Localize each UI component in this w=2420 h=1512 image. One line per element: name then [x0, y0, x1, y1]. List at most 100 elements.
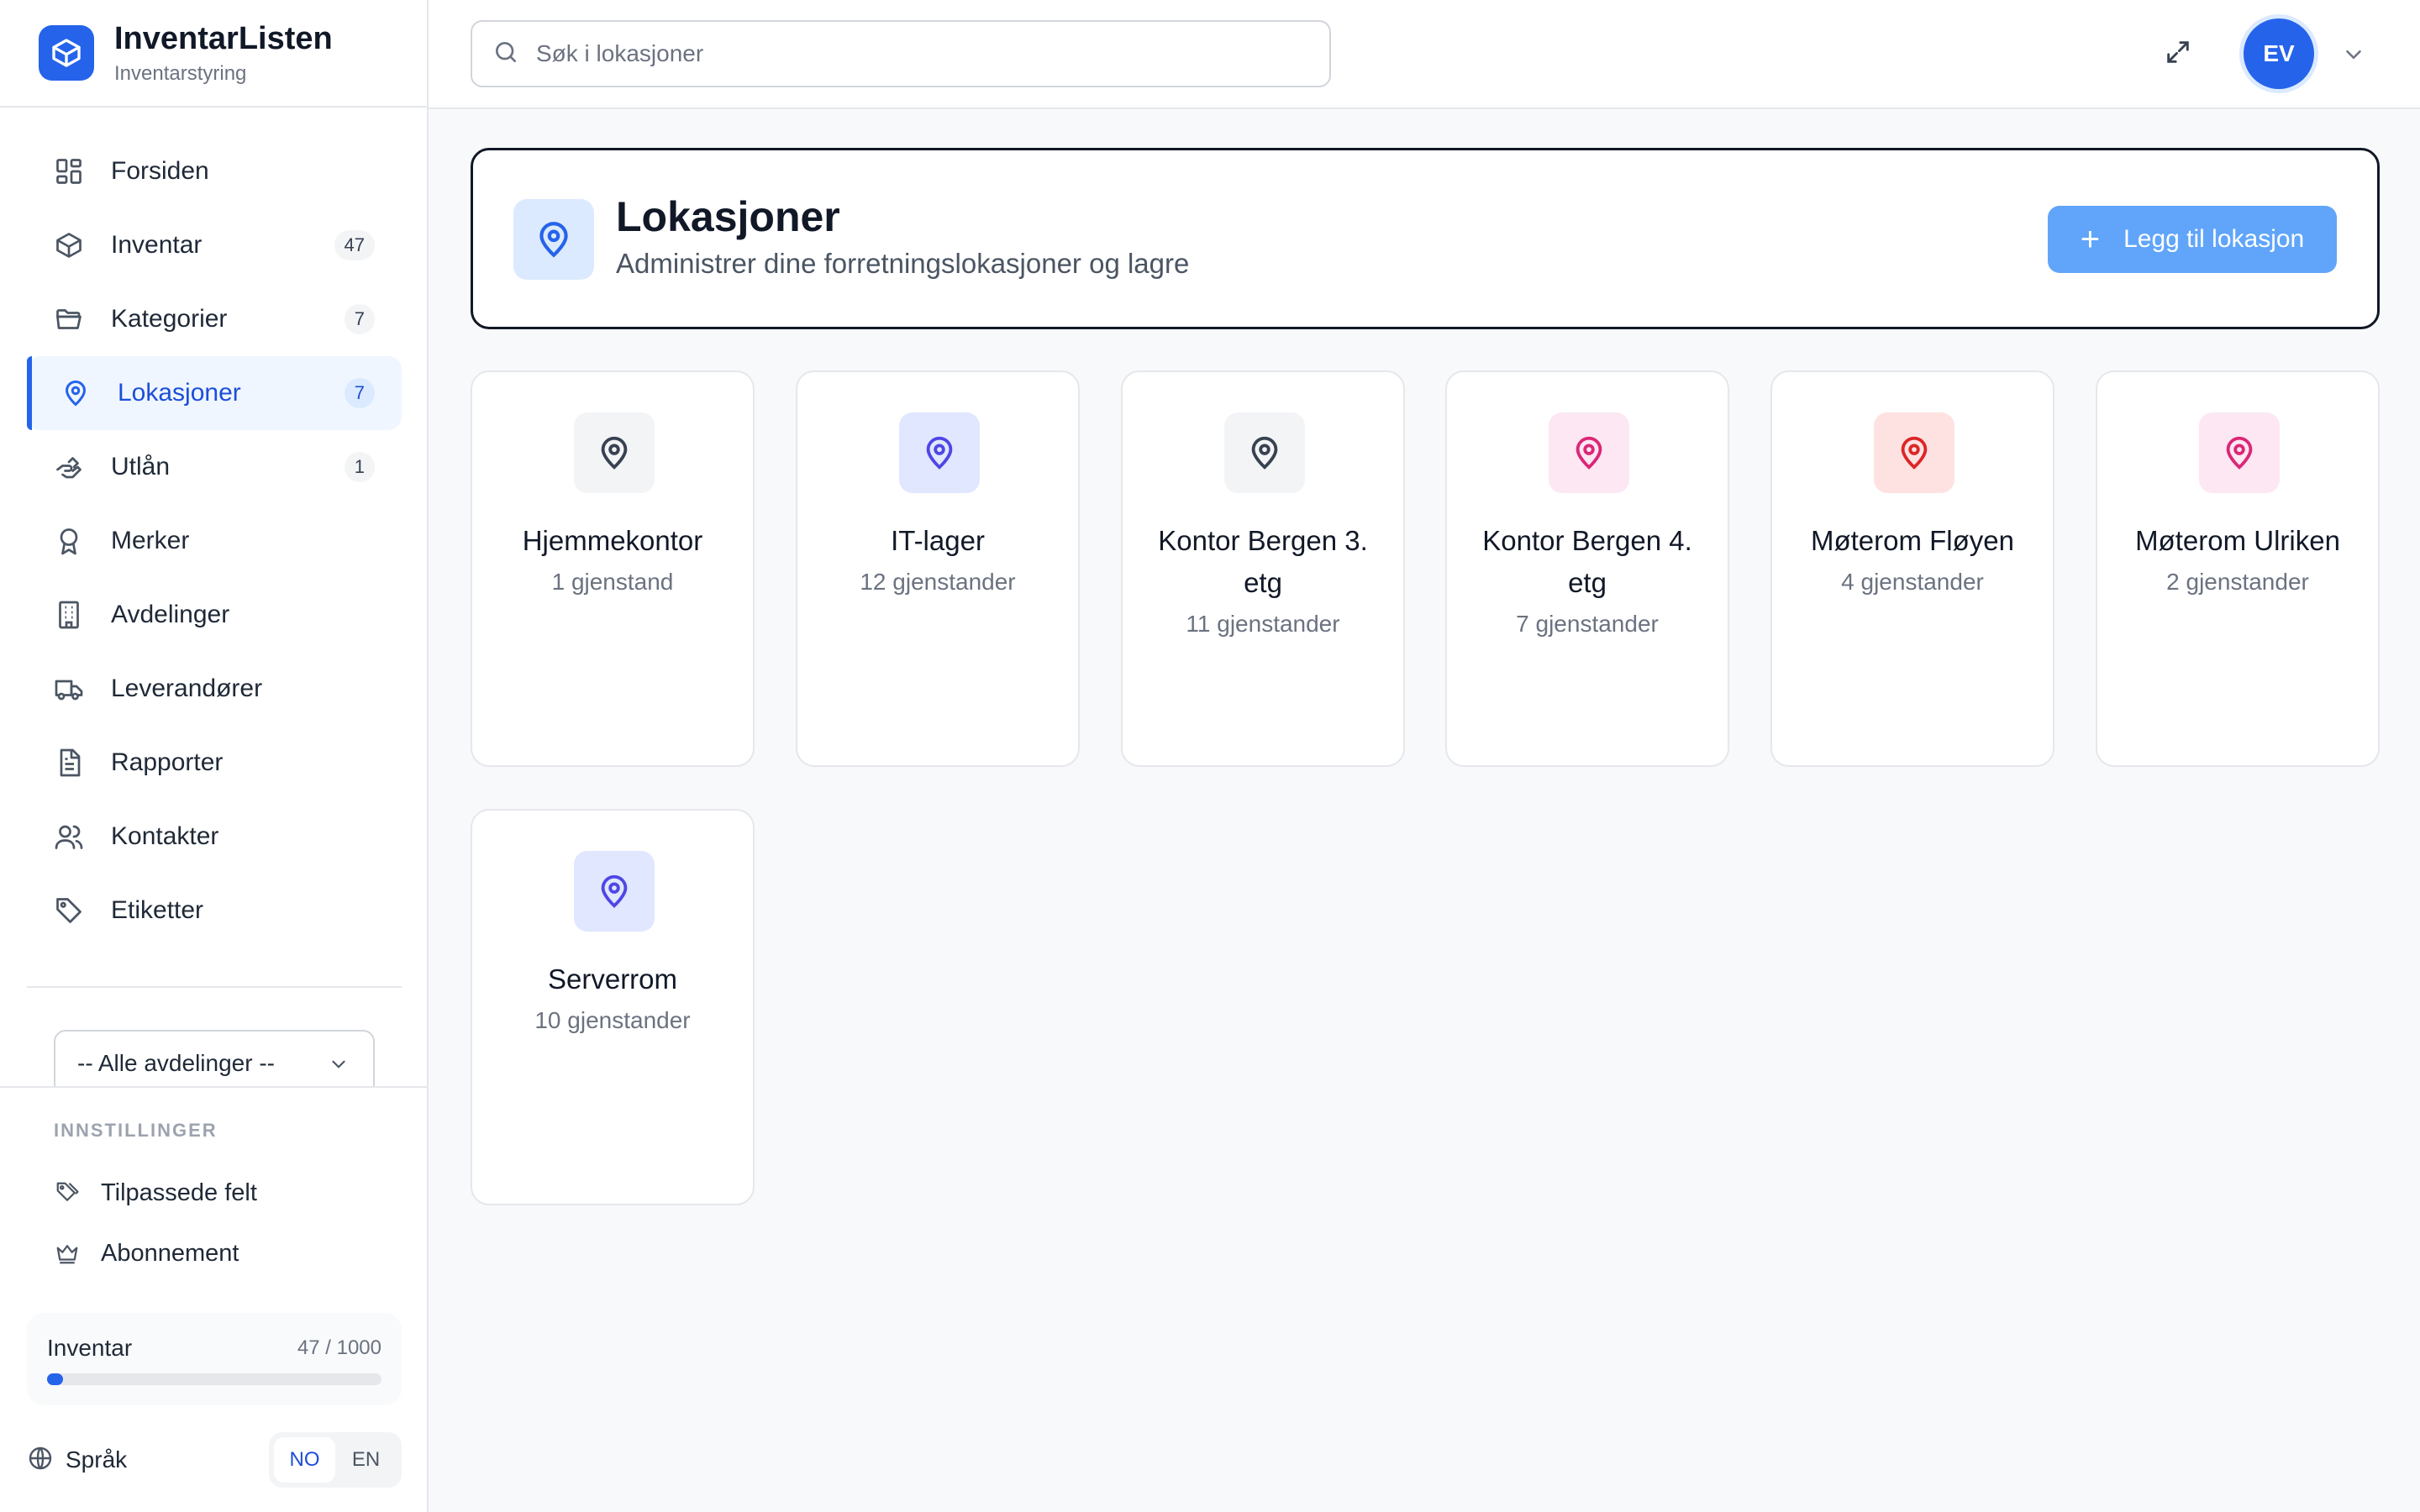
- sidebar-item-label: Kategorier: [111, 305, 228, 333]
- location-name: Møterom Ulriken: [2135, 525, 2340, 556]
- sidebar-item-kontakter[interactable]: Kontakter: [27, 800, 402, 874]
- fullscreen-button[interactable]: [2161, 37, 2195, 71]
- language-label: Språk: [66, 1446, 128, 1473]
- map-pin-icon: [1224, 412, 1305, 493]
- sidebar-item-etiketter[interactable]: Etiketter: [27, 874, 402, 948]
- expand-icon: [2164, 38, 2192, 71]
- inventory-usage-card: Inventar 47 / 1000: [27, 1313, 402, 1405]
- location-name: Serverrom: [547, 963, 678, 995]
- search-box[interactable]: [471, 20, 1331, 87]
- box-logo-icon: [39, 25, 94, 81]
- location-card[interactable]: Kontor Bergen 4. etg 7 gjenstander: [1445, 370, 1729, 767]
- sidebar-item-label: Forsiden: [111, 157, 209, 185]
- page-subtitle: Administrer dine forretningslokasjoner o…: [616, 248, 1190, 279]
- language-row: Språk NO EN: [27, 1432, 402, 1488]
- settings-item-subscription[interactable]: Abonnement: [54, 1232, 239, 1274]
- sidebar-item-utlan[interactable]: Utlån 1: [27, 430, 402, 504]
- file-text-icon: [52, 746, 86, 780]
- truck-icon: [52, 672, 86, 706]
- sidebar-divider: [27, 986, 402, 988]
- map-pin-icon: [1549, 412, 1629, 493]
- sidebar-item-forsiden[interactable]: Forsiden: [27, 134, 402, 208]
- location-card-text: Møterom Fløyen 4 gjenstander: [1789, 520, 2036, 599]
- location-card[interactable]: Kontor Bergen 3. etg 11 gjenstander: [1121, 370, 1405, 767]
- location-card-text: Kontor Bergen 3. etg 11 gjenstander: [1139, 520, 1386, 641]
- dashboard-icon: [52, 155, 86, 188]
- sidebar-nav: Forsiden Inventar 47 Kategorier 7 Lokasj…: [27, 134, 402, 948]
- page-title: Lokasjoner: [616, 193, 840, 240]
- location-card-text: IT-lager 12 gjenstander: [814, 520, 1061, 599]
- map-pin-icon: [899, 412, 980, 493]
- app-subtitle: Inventarstyring: [114, 62, 247, 85]
- count-badge: 7: [344, 304, 375, 334]
- page-header: Lokasjoner Administrer dine forretningsl…: [471, 148, 2380, 329]
- location-card-text: Hjemmekontor 1 gjenstand: [489, 520, 736, 599]
- settings-item-custom-fields[interactable]: Tilpassede felt: [54, 1172, 257, 1214]
- count-badge: 1: [344, 452, 375, 482]
- language-option-no[interactable]: NO: [274, 1437, 335, 1483]
- sidebar-item-label: Lokasjoner: [118, 379, 241, 407]
- location-name: Kontor Bergen 4. etg: [1482, 525, 1692, 598]
- map-pin-icon: [59, 376, 92, 410]
- topbar: EV: [429, 0, 2420, 109]
- add-location-button[interactable]: + Legg til lokasjon: [2048, 206, 2337, 273]
- globe-icon: [27, 1445, 54, 1476]
- sidebar-item-leverandorer[interactable]: Leverandører: [27, 652, 402, 726]
- location-name: Hjemmekontor: [522, 525, 703, 556]
- sidebar-item-label: Etiketter: [111, 896, 204, 924]
- location-item-count: 12 gjenstander: [860, 569, 1016, 595]
- award-icon: [52, 524, 86, 558]
- brand[interactable]: InventarListen Inventarstyring: [0, 0, 427, 108]
- location-card-text: Møterom Ulriken 2 gjenstander: [2114, 520, 2361, 599]
- app-name: InventarListen: [114, 21, 333, 56]
- sidebar-item-inventar[interactable]: Inventar 47: [27, 208, 402, 282]
- users-icon: [52, 820, 86, 853]
- hand-icon: [52, 450, 86, 484]
- location-name: Kontor Bergen 3. etg: [1158, 525, 1368, 598]
- sidebar-item-label: Leverandører: [111, 675, 263, 702]
- avatar[interactable]: EV: [2244, 18, 2314, 89]
- location-card[interactable]: Serverrom 10 gjenstander: [471, 809, 755, 1205]
- sidebar-item-label: Utlån: [111, 453, 171, 480]
- sidebar-item-label: Avdelinger: [111, 601, 230, 628]
- location-name: IT-lager: [891, 525, 985, 556]
- location-item-count: 1 gjenstand: [551, 569, 674, 595]
- sidebar-item-label: Rapporter: [111, 748, 224, 776]
- tags-icon: [54, 1179, 81, 1206]
- search-input[interactable]: [536, 40, 1292, 67]
- sidebar-item-label: Merker: [111, 527, 190, 554]
- map-pin-icon: [574, 851, 655, 932]
- tag-icon: [52, 894, 86, 927]
- settings-heading: INNSTILLINGER: [54, 1120, 218, 1141]
- location-card[interactable]: IT-lager 12 gjenstander: [796, 370, 1080, 767]
- map-pin-icon: [1874, 412, 1954, 493]
- language-toggle: NO EN: [269, 1432, 402, 1488]
- usage-progress-fill: [47, 1373, 63, 1385]
- sidebar-item-avdelinger[interactable]: Avdelinger: [27, 578, 402, 652]
- sidebar-bottom: INNSTILLINGER Tilpassede felt Abonnement…: [0, 1086, 427, 1512]
- location-card[interactable]: Møterom Ulriken 2 gjenstander: [2096, 370, 2380, 767]
- add-location-label: Legg til lokasjon: [2123, 225, 2305, 253]
- chevron-down-icon[interactable]: [2341, 42, 2366, 71]
- box-icon: [52, 228, 86, 262]
- settings-item-label: Abonnement: [101, 1239, 239, 1267]
- sidebar-item-lokasjoner[interactable]: Lokasjoner 7: [27, 356, 402, 430]
- count-badge: 47: [334, 230, 375, 260]
- sidebar-item-kategorier[interactable]: Kategorier 7: [27, 282, 402, 356]
- building-icon: [52, 598, 86, 632]
- plus-icon: +: [2080, 221, 2101, 258]
- location-card-text: Kontor Bergen 4. etg 7 gjenstander: [1464, 520, 1711, 641]
- usage-progress-bar: [47, 1373, 381, 1385]
- sidebar-item-label: Kontakter: [111, 822, 219, 850]
- location-card[interactable]: Hjemmekontor 1 gjenstand: [471, 370, 755, 767]
- chevron-down-icon: [328, 1053, 350, 1081]
- usage-count: 47 / 1000: [297, 1336, 381, 1359]
- location-card[interactable]: Møterom Fløyen 4 gjenstander: [1770, 370, 2054, 767]
- sidebar-item-merker[interactable]: Merker: [27, 504, 402, 578]
- sidebar-item-rapporter[interactable]: Rapporter: [27, 726, 402, 800]
- language-option-en[interactable]: EN: [335, 1437, 397, 1483]
- usage-label: Inventar: [47, 1335, 133, 1361]
- location-item-count: 11 gjenstander: [1186, 611, 1340, 637]
- sidebar-item-label: Inventar: [111, 231, 203, 259]
- crown-icon: [54, 1240, 81, 1267]
